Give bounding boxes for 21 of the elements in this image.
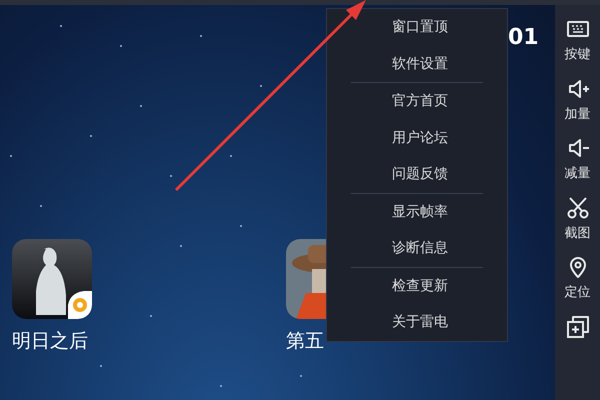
menu-item[interactable]: 软件设置 [327, 46, 507, 82]
menu-item[interactable]: 显示帧率 [327, 194, 507, 230]
app-label[interactable]: 明日之后 [12, 327, 88, 356]
toolbar-button[interactable]: 按键 [564, 17, 590, 64]
toolbar-button[interactable]: 截图 [564, 196, 590, 243]
menu-item[interactable]: 用户论坛 [327, 120, 507, 156]
menu-item[interactable]: 窗口置顶 [327, 9, 507, 46]
add-window-icon [566, 314, 590, 338]
app-label[interactable]: 第五 [286, 327, 324, 356]
menu-item[interactable]: 官方首页 [327, 83, 507, 120]
menu-item[interactable]: 诊断信息 [327, 230, 507, 266]
menu-item[interactable]: 检查更新 [327, 268, 507, 304]
menu-item[interactable]: 关于雷电 [327, 304, 507, 340]
toolbar-button[interactable] [566, 314, 590, 338]
app-icon[interactable] [12, 239, 92, 319]
menu-item[interactable]: 问题反馈 [327, 156, 507, 192]
toolbar-button[interactable]: 减量 [564, 136, 590, 184]
toolbar-button[interactable]: 加量 [564, 76, 590, 124]
scissors-icon [566, 196, 590, 220]
clock-text: 01 [508, 24, 539, 52]
toolbar-button[interactable]: 定位 [564, 255, 590, 302]
